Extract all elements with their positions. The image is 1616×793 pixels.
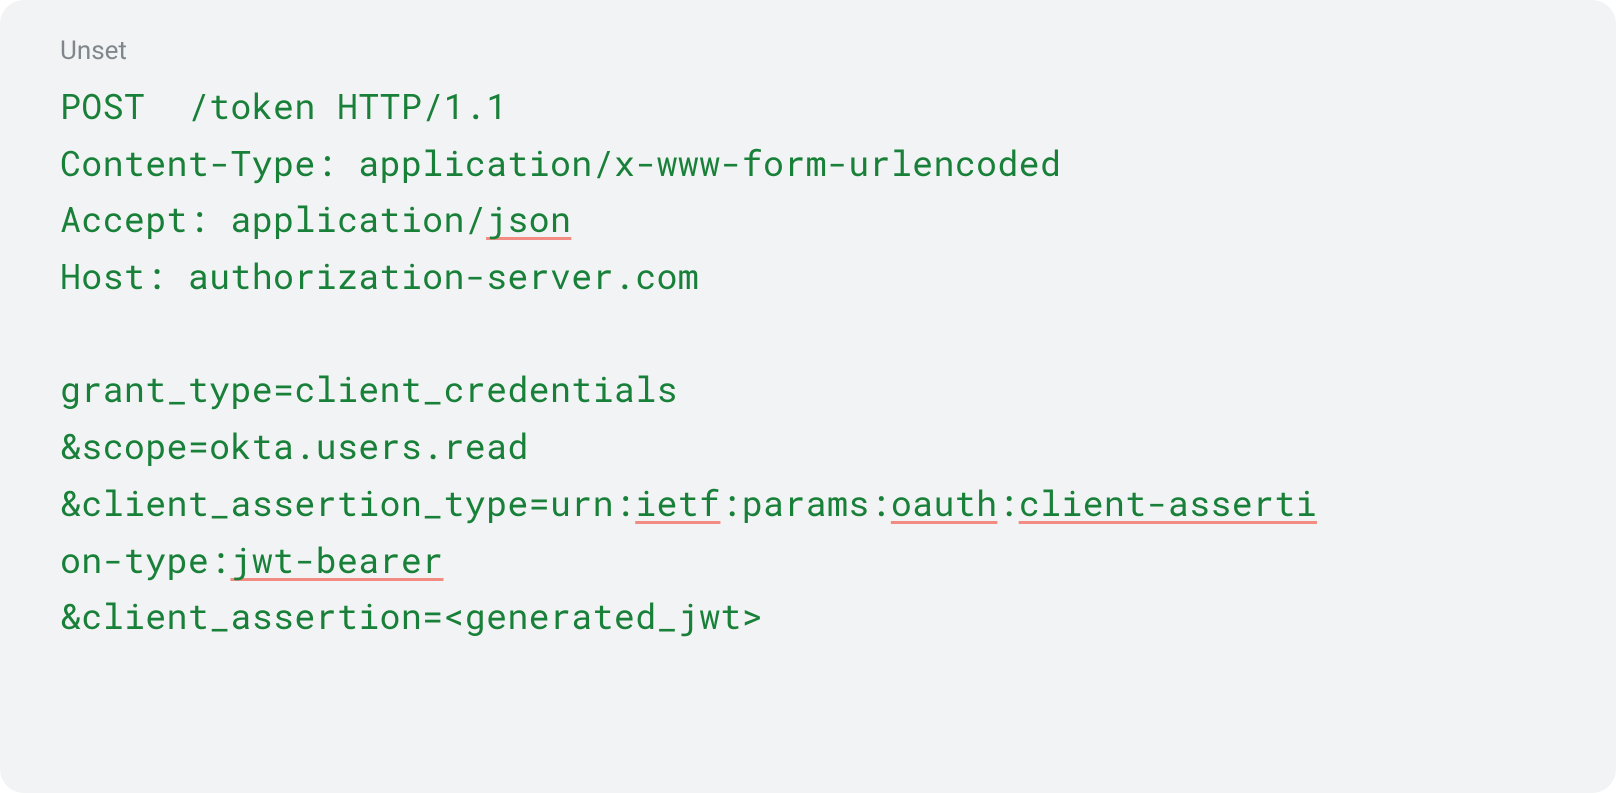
code-line-8a: &client_assertion_type=urn: [60,480,635,526]
code-line-10: &client_assertion=<generated_jwt> [60,593,763,639]
code-content[interactable]: POST /token HTTP/1.1 Content-Type: appli… [60,78,1556,645]
spellcheck-client-asserti: client-asserti [1019,480,1317,526]
code-line-3a: Accept: application/ [60,196,486,242]
code-line-9a: on-type: [60,537,230,583]
language-label: Unset [60,36,1556,66]
spellcheck-ietf: ietf [635,480,720,526]
code-line-1: POST /token HTTP/1.1 [60,83,507,129]
code-line-7: &scope=okta.users.read [60,423,529,469]
code-line-6: grant_type=client_credentials [60,366,678,412]
spellcheck-oauth: oauth [891,480,998,526]
code-block: Unset POST /token HTTP/1.1 Content-Type:… [0,0,1616,793]
spellcheck-json: json [486,196,571,242]
spellcheck-jwt-bearer: jwt-bearer [230,537,443,583]
code-line-8e: : [997,480,1018,526]
code-line-2: Content-Type: application/x-www-form-url… [60,140,1061,186]
code-line-4: Host: authorization-server.com [60,253,699,299]
code-line-8c: :params: [720,480,890,526]
